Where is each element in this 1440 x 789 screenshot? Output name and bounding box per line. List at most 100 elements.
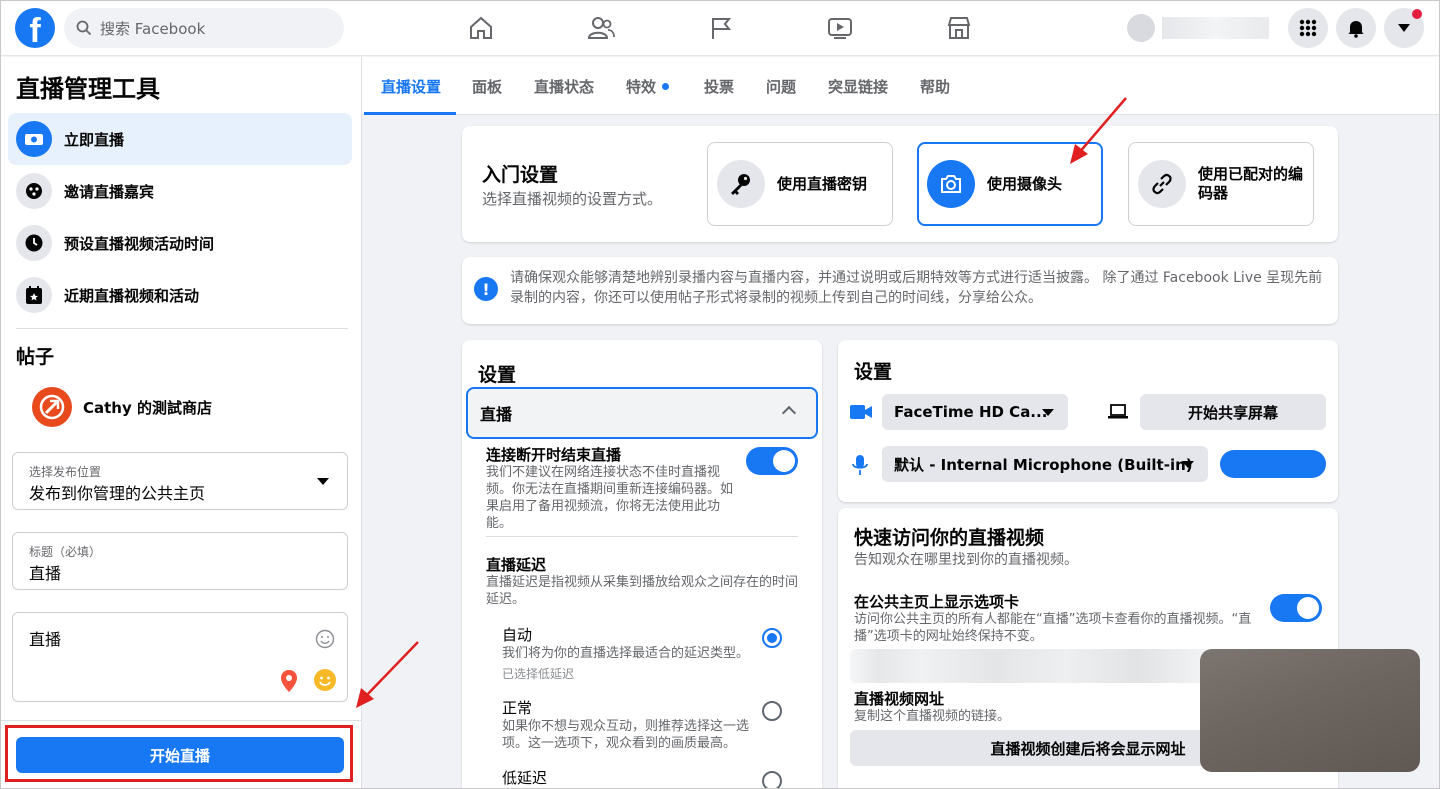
tab-stream-health[interactable]: 直播状态 <box>534 57 594 115</box>
avatar[interactable] <box>1127 14 1155 42</box>
profile-name-blurred[interactable] <box>1162 17 1269 39</box>
pages-flag-icon[interactable] <box>703 12 739 44</box>
stream-settings-card: 设置 直播 连接断开时结束直播 我们不建议在网络连接状态不佳时直播视频。你无法在… <box>462 340 822 789</box>
latency-normal-desc: 如果你不想与观众互动，则推荐选择这一选项。这一选项下，观众看到的画质最高。 <box>502 719 750 751</box>
live-section-accordion[interactable]: 直播 <box>466 387 818 439</box>
key-icon <box>717 160 765 208</box>
search-input[interactable]: 搜索 Facebook <box>64 8 344 48</box>
use-stream-key-option[interactable]: 使用直播密钥 <box>707 142 893 226</box>
marketplace-icon[interactable] <box>941 12 977 44</box>
end-on-disconnect-desc: 我们不建议在网络连接状态不佳时直播视频。你无法在直播期间重新连接编码器。如果启用… <box>486 465 734 531</box>
notification-dot <box>1412 9 1422 19</box>
link-icon <box>1138 160 1186 208</box>
divider <box>486 536 798 537</box>
quick-access-subtitle: 告知观众在哪里找到你的直播视频。 <box>854 552 1078 568</box>
show-tab-desc: 访问你公共主页的所有人都能在“直播”选项卡查看你的直播视频。“直播”选项卡的网址… <box>854 612 1252 644</box>
selected-page[interactable]: Cathy 的測試商店 <box>32 387 212 427</box>
microphone-value: 默认 - Internal Microphone (Built-in) <box>894 455 1193 474</box>
setup-subtitle: 选择直播视频的设置方式。 <box>482 190 663 208</box>
camera-preview <box>1200 649 1420 772</box>
tab-help[interactable]: 帮助 <box>920 57 950 115</box>
latency-low-title: 低延迟 <box>502 769 548 787</box>
notice-text: 请确保观众能够清楚地辨别录播内容与直播内容，并通过说明或后期特效等方式进行适当披… <box>510 270 1323 306</box>
camera-value: FaceTime HD Ca... <box>894 403 1048 421</box>
latency-normal-radio[interactable] <box>762 701 782 721</box>
calendar-star-icon <box>16 277 52 313</box>
settings-title: 设置 <box>854 361 893 383</box>
new-indicator-dot <box>662 82 670 90</box>
friends-icon[interactable] <box>583 12 619 44</box>
watch-icon[interactable] <box>822 12 858 44</box>
latency-low-radio[interactable] <box>762 771 782 789</box>
share-screen-button[interactable]: 开始共享屏幕 <box>1140 394 1326 430</box>
sidebar-item-go-live-now[interactable]: 立即直播 <box>8 113 352 165</box>
guests-icon <box>16 173 52 209</box>
feeling-emoji-icon[interactable] <box>313 668 337 692</box>
latency-auto-desc: 我们将为你的直播选择最适合的延迟类型。 <box>502 646 750 661</box>
live-camera-icon <box>16 121 52 157</box>
home-icon[interactable] <box>463 12 499 44</box>
clock-icon <box>16 225 52 261</box>
end-on-disconnect-title: 连接断开时结束直播 <box>486 446 622 464</box>
tab-live-settings[interactable]: 直播设置 <box>381 57 441 115</box>
chevron-down-icon <box>1182 461 1194 468</box>
latency-title: 直播延迟 <box>486 556 547 574</box>
live-producer-sidebar: 直播管理工具 立即直播 邀请直播嘉宾 预设直播视频活动时间 近期直播视频和活动 … <box>0 57 362 789</box>
active-tab-indicator <box>364 112 456 115</box>
tab-polls[interactable]: 投票 <box>704 57 734 115</box>
setup-title: 入门设置 <box>482 164 559 186</box>
microphone-icon <box>852 455 868 475</box>
emoji-outline-icon[interactable] <box>315 629 335 649</box>
sidebar-item-label: 立即直播 <box>64 130 125 149</box>
latency-auto-radio[interactable] <box>762 628 782 648</box>
title-value: 直播 <box>29 564 62 583</box>
latency-auto-title: 自动 <box>502 626 533 644</box>
setup-card: 入门设置 选择直播视频的设置方式。 使用直播密钥 使用摄像头 使用已配对的编码器 <box>462 126 1338 242</box>
mic-level-meter <box>1220 450 1326 478</box>
title-label: 标题（必填） <box>29 545 102 559</box>
chevron-down-icon <box>1042 409 1054 416</box>
video-url-desc: 复制这个直播视频的链接。 <box>854 709 1011 724</box>
disclosure-notice: ! 请确保观众能够清楚地辨别录播内容与直播内容，并通过说明或后期特效等方式进行适… <box>462 257 1338 324</box>
camera-select[interactable]: FaceTime HD Ca... <box>882 394 1068 430</box>
tab-questions[interactable]: 问题 <box>766 57 796 115</box>
tab-dashboard[interactable]: 面板 <box>472 57 502 115</box>
end-on-disconnect-toggle[interactable] <box>746 447 798 475</box>
posts-heading: 帖子 <box>16 346 55 368</box>
sidebar-item-label: 邀请直播嘉宾 <box>64 182 155 201</box>
post-location-select[interactable]: 选择发布位置 发布到你管理的公共主页 <box>12 452 348 510</box>
sidebar-item-recent-videos[interactable]: 近期直播视频和活动 <box>8 269 352 321</box>
sidebar-item-schedule[interactable]: 预设直播视频活动时间 <box>8 217 352 269</box>
quick-access-title: 快速访问你的直播视频 <box>854 527 1045 549</box>
microphone-select[interactable]: 默认 - Internal Microphone (Built-in) <box>882 446 1208 482</box>
latency-auto-note: 已选择低延迟 <box>502 667 575 681</box>
page-title: 直播管理工具 <box>16 75 160 103</box>
location-pin-icon[interactable] <box>279 669 299 693</box>
sidebar-item-label: 预设直播视频活动时间 <box>64 234 215 253</box>
post-location-value: 发布到你管理的公共主页 <box>29 484 206 503</box>
tab-effects[interactable]: 特效 <box>626 57 670 115</box>
menu-grid-icon[interactable] <box>1288 8 1328 48</box>
description-field[interactable]: 直播 <box>12 612 348 702</box>
description-value: 直播 <box>29 630 62 649</box>
title-field[interactable]: 标题（必填） 直播 <box>12 532 348 590</box>
latency-normal-title: 正常 <box>502 699 533 717</box>
url-preview-blurred <box>850 649 1210 683</box>
use-paired-encoder-option[interactable]: 使用已配对的编码器 <box>1128 142 1314 226</box>
laptop-screen-icon <box>1108 404 1128 419</box>
sidebar-item-invite-guests[interactable]: 邀请直播嘉宾 <box>8 165 352 217</box>
camera-icon <box>927 160 975 208</box>
facebook-logo-icon[interactable]: f <box>15 8 55 48</box>
show-tab-title: 在公共主页上显示选项卡 <box>854 593 1020 611</box>
divider <box>16 328 348 329</box>
page-name: Cathy 的測試商店 <box>83 398 212 417</box>
bell-icon[interactable] <box>1336 8 1376 48</box>
search-placeholder: 搜索 Facebook <box>100 19 206 38</box>
show-tab-toggle[interactable] <box>1270 594 1322 622</box>
go-live-button[interactable]: 开始直播 <box>16 737 344 773</box>
tab-featured-links[interactable]: 突显链接 <box>828 57 888 115</box>
method-label: 使用摄像头 <box>987 174 1063 193</box>
video-camera-icon <box>850 405 872 419</box>
use-camera-option[interactable]: 使用摄像头 <box>917 142 1103 226</box>
page-logo-icon <box>32 387 72 427</box>
